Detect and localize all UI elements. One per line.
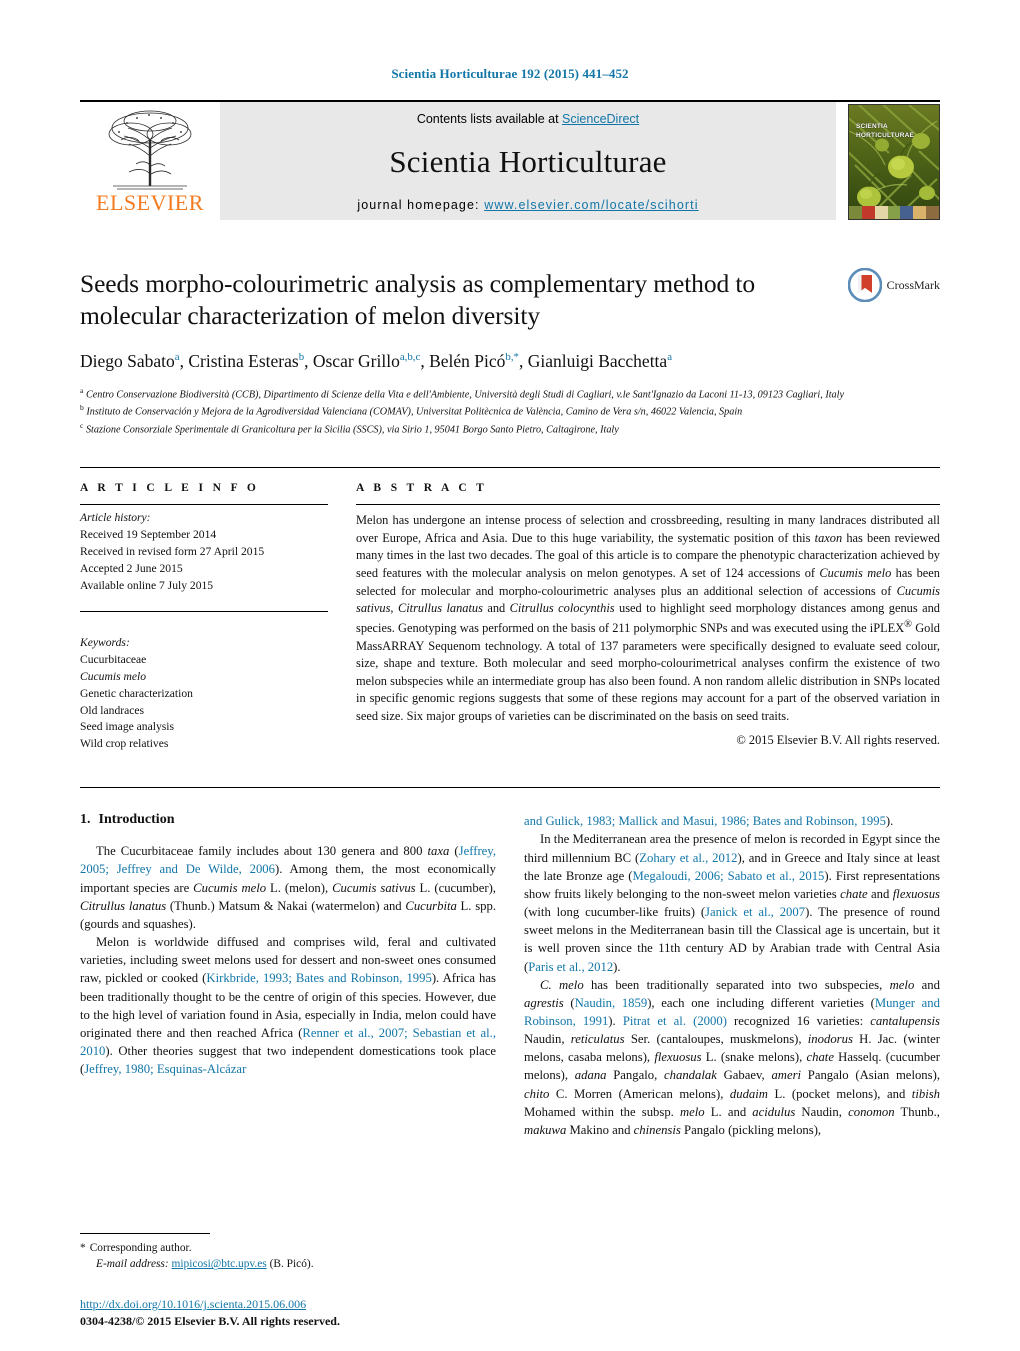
sciencedirect-link[interactable]: ScienceDirect (562, 112, 639, 126)
history-revised: Received in revised form 27 April 2015 (80, 545, 265, 559)
email-owner: (B. Picó). (269, 1258, 314, 1271)
paragraph: C. melo has been traditionally separated… (524, 977, 940, 1137)
elsevier-wordmark: ELSEVIER (96, 190, 204, 215)
article-info-heading: A R T I C L E I N F O (80, 482, 260, 495)
elsevier-tree-icon (108, 110, 192, 190)
journal-cover-image: SCIENTIA HORTICULTURAE (848, 104, 940, 220)
journal-band: Contents lists available at ScienceDirec… (220, 102, 836, 220)
footer-doi-area: http://dx.doi.org/10.1016/j.scienta.2015… (80, 1297, 600, 1329)
page-title: Seeds morpho-colourimetric analysis as c… (80, 269, 756, 331)
abstract-column: A B S T R A C T Melon has undergone an i… (356, 482, 940, 753)
keyword-item: Old landraces (80, 703, 145, 717)
article-history-block: Article history: Received 19 September 2… (80, 505, 328, 595)
journal-title: Scientia Horticulturae (389, 144, 667, 179)
author-list: Diego Sabatoa, Cristina Esterasb, Oscar … (80, 351, 673, 371)
body-right-column: and Gulick, 1983; Mallick and Masui, 198… (524, 812, 940, 1139)
corresponding-author-line: * Corresponding author. (80, 1240, 500, 1257)
keyword-item: Genetic characterization (80, 686, 193, 700)
affiliation-text-c: Stazione Consorziale Sperimentale di Gra… (85, 424, 619, 436)
keyword-item: Cucurbitaceae (80, 652, 147, 666)
keywords-label: Keywords: (80, 635, 130, 649)
affiliation-mark-a: a (80, 385, 84, 395)
keyword-item: Seed image analysis (80, 720, 175, 734)
section-title: Introduction (98, 812, 175, 828)
article-info-rule-mid (80, 610, 328, 612)
contents-list-line: Contents lists available at ScienceDirec… (417, 112, 639, 126)
corresponding-author-label: Corresponding author. (89, 1241, 192, 1254)
footnote-rule (80, 1232, 210, 1234)
section-heading-introduction: 1. Introduction (80, 812, 496, 828)
keyword-item: Cucumis melo (80, 669, 147, 683)
corresponding-author-star: * (80, 1241, 86, 1254)
affiliation-text-a: Centro Conservazione Biodiversità (CCB),… (85, 389, 844, 401)
cover-title-text: SCIENTIA HORTICULTURAE (856, 123, 915, 139)
journal-cover-thumbnail-wrapper: SCIENTIA HORTICULTURAE (836, 102, 940, 220)
issn-copyright-line: 0304-4238/© 2015 Elsevier B.V. All right… (80, 1314, 340, 1328)
contents-prefix: Contents lists available at (416, 112, 563, 126)
article-info-column: A R T I C L E I N F O Article history: R… (80, 482, 328, 753)
affiliation-text-b: Instituto de Conservación y Mejora de la… (86, 406, 743, 418)
affiliation-mark-b: b (80, 403, 84, 413)
email-label: E-mail address: (96, 1258, 169, 1271)
crossmark-label: CrossMark (886, 277, 940, 292)
email-line: E-mail address: mipicosi@btc.upv.es (B. … (80, 1256, 500, 1273)
journal-homepage-link[interactable]: www.elsevier.com/locate/scihorti (484, 198, 698, 212)
running-head: Scientia Horticulturae 192 (2015) 441–45… (391, 66, 629, 81)
crossmark-icon (847, 268, 882, 302)
homepage-prefix: journal homepage: (357, 198, 485, 212)
title-area: Seeds morpho-colourimetric analysis as c… (80, 268, 940, 334)
abstract-text: Melon has undergone an intense process o… (356, 513, 941, 724)
keyword-item: Wild crop relatives (80, 737, 169, 751)
article-history-label: Article history: (80, 511, 151, 525)
affiliation-c: c Stazione Consorziale Sperimentale di G… (80, 420, 940, 437)
journal-homepage-line: journal homepage: www.elsevier.com/locat… (357, 198, 698, 212)
keywords-block: Keywords: Cucurbitaceae Cucumis melo Gen… (80, 630, 328, 753)
affiliation-mark-c: c (80, 420, 84, 430)
email-link[interactable]: mipicosi@btc.upv.es (172, 1258, 267, 1270)
history-received: Received 19 September 2014 (80, 528, 217, 542)
paragraph: and Gulick, 1983; Mallick and Masui, 198… (524, 814, 894, 829)
cover-color-strip (849, 206, 939, 219)
doi-link[interactable]: http://dx.doi.org/10.1016/j.scienta.2015… (80, 1297, 600, 1312)
abstract-heading: A B S T R A C T (356, 482, 488, 495)
journal-masthead: ELSEVIER Contents lists available at Sci… (80, 100, 940, 220)
paragraph: The Cucurbitaceae family includes about … (80, 844, 496, 931)
publisher-logo: ELSEVIER (80, 102, 220, 220)
info-abstract-section: A R T I C L E I N F O Article history: R… (80, 467, 940, 753)
corresponding-author-footnote: * Corresponding author. E-mail address: m… (80, 1232, 500, 1273)
history-accepted: Accepted 2 June 2015 (80, 561, 183, 575)
body-left-column: 1. Introduction The Cucurbitaceae family … (80, 812, 496, 1139)
abstract-copyright: © 2015 Elsevier B.V. All rights reserved… (736, 732, 940, 747)
paragraph: Melon is worldwide diffused and comprise… (80, 935, 496, 1077)
affiliation-b: b Instituto de Conservación y Mejora de … (80, 402, 940, 419)
body-columns: 1. Introduction The Cucurbitaceae family … (80, 787, 940, 1139)
affiliation-a: a Centro Conservazione Biodiversità (CCB… (80, 385, 940, 402)
affiliation-list: a Centro Conservazione Biodiversità (CCB… (80, 385, 940, 437)
paragraph: In the Mediterranean area the presence o… (524, 832, 940, 974)
article-first-page: Scientia Horticulturae 192 (2015) 441–45… (0, 0, 1020, 1351)
section-number: 1. (80, 812, 91, 828)
history-online: Available online 7 July 2015 (80, 578, 214, 592)
crossmark-badge[interactable]: CrossMark (847, 268, 940, 302)
